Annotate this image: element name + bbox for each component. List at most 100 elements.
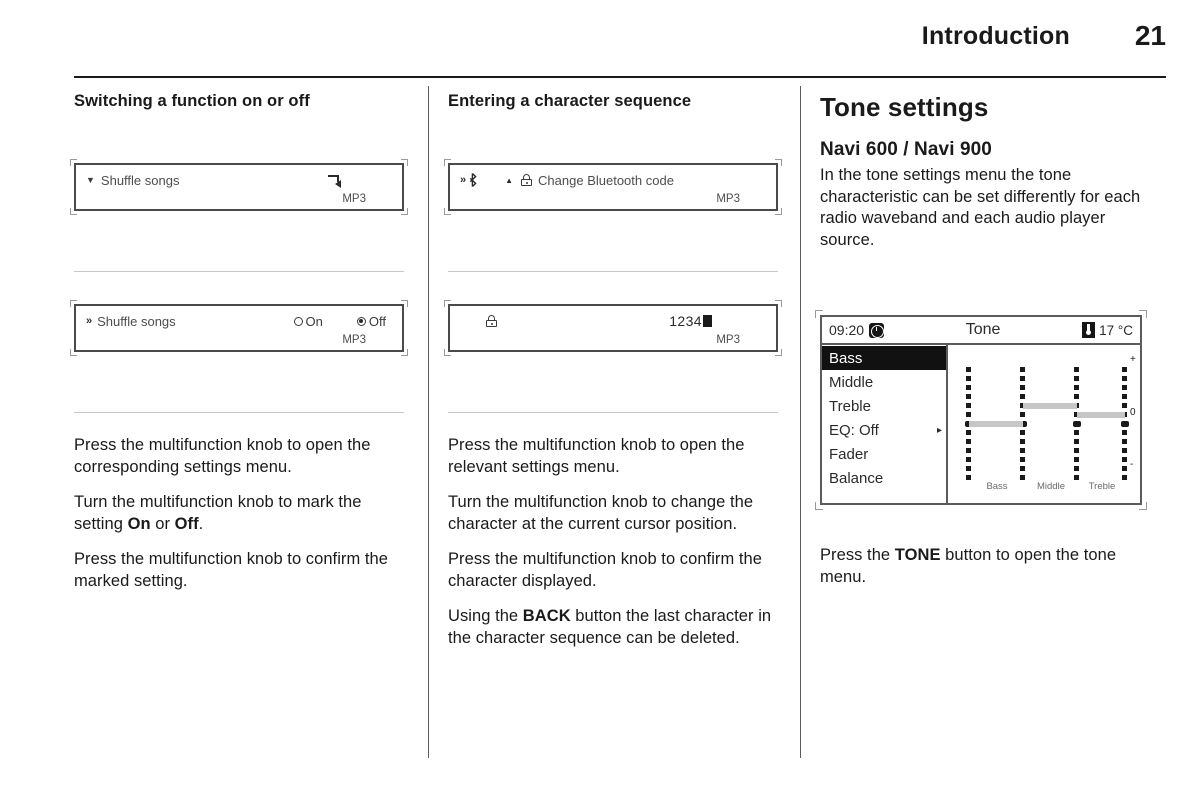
corner-tick-tr <box>1139 310 1147 318</box>
scale-dot <box>1020 466 1025 471</box>
scale-dot <box>1122 385 1127 390</box>
scale-dot <box>1020 475 1025 480</box>
corner-tick-br <box>1139 502 1147 510</box>
corner-tick-bl <box>70 349 77 356</box>
bluetooth-icon <box>469 173 477 187</box>
scale-dot <box>1122 394 1127 399</box>
tone-scale-column-bass <box>965 355 973 480</box>
corner-tick-tl <box>444 159 451 166</box>
page-header: Introduction 21 <box>74 20 1166 72</box>
corner-tick-tr <box>775 300 782 307</box>
paragraph-press-open: Press the multifunction knob to open the… <box>74 436 371 476</box>
tone-menu-item-balance[interactable]: Balance <box>822 466 946 490</box>
paragraph-turn-change-char: Turn the multifunction knob to change th… <box>448 493 754 533</box>
scale-dot <box>1020 394 1025 399</box>
radio-option-on[interactable]: On <box>293 314 323 329</box>
scale-dot <box>1074 367 1079 372</box>
scale-dot <box>1122 439 1127 444</box>
tone-status-bar: 09:20 Tone 17 °C <box>822 317 1140 345</box>
tone-display-screen: 09:20 Tone 17 °C Bass Middle Treble EQ: … <box>815 310 1147 510</box>
corner-tick-tr <box>401 300 408 307</box>
scale-dot <box>1020 412 1025 417</box>
on-off-radio-group: On Off <box>293 314 386 329</box>
scale-dot <box>1122 376 1127 381</box>
scale-dot <box>1074 466 1079 471</box>
scale-dot <box>1020 367 1025 372</box>
scale-dot <box>966 403 971 408</box>
temperature-value: 17 °C <box>1099 322 1133 338</box>
scale-mark-zero: 0 <box>1130 407 1136 418</box>
clock-time: 09:20 <box>829 322 865 338</box>
section-heading-switching: Switching a function on or off <box>74 92 310 110</box>
tone-menu-list: Bass Middle Treble EQ: Off ▸ Fader Balan… <box>822 345 948 503</box>
tone-menu-item-fader[interactable]: Fader <box>822 442 946 466</box>
source-label: MP3 <box>716 193 740 205</box>
tone-bar-middle <box>1023 403 1077 409</box>
display-code-entry-wrap: 1234 MP3 <box>444 300 782 356</box>
corner-tick-tl <box>815 310 823 318</box>
footer-bold-tone: TONE <box>894 546 941 564</box>
column-one: Switching a function on or off ▼ Shuffle… <box>70 92 408 606</box>
paragraph-press-open-relevant: Press the multifunction knob to open the… <box>448 436 745 476</box>
tone-axis-label-bass: Bass <box>986 481 1008 492</box>
scale-dot <box>1122 466 1127 471</box>
tone-axis-label-treble: Treble <box>1088 481 1116 492</box>
scale-dot <box>1122 457 1127 462</box>
scale-dot <box>966 457 971 462</box>
corner-tick-tl <box>444 300 451 307</box>
tone-menu-label: Treble <box>829 397 871 415</box>
paragraph-press-confirm-char: Press the multifunction knob to confirm … <box>448 550 762 590</box>
scale-dot <box>1020 448 1025 453</box>
scale-dot <box>1020 430 1025 435</box>
tone-menu-item-middle[interactable]: Middle <box>822 370 946 394</box>
scale-dot <box>966 466 971 471</box>
corner-tick-br <box>775 208 782 215</box>
clock-icon <box>869 322 885 338</box>
radio-dot-off <box>356 316 366 326</box>
tone-menu-item-treble[interactable]: Treble <box>822 394 946 418</box>
corner-tick-bl <box>444 208 451 215</box>
p2-bold-off: Off <box>174 514 199 533</box>
corner-tick-tl <box>70 300 77 307</box>
tone-menu-label: Bass <box>829 349 863 367</box>
scale-mark-minus: - <box>1130 459 1134 470</box>
scale-dot <box>1122 403 1127 408</box>
display-bluetooth-code-wrap: » ▲ Change Bluetooth code MP3 <box>444 159 782 215</box>
p2-prefix: Turn the multifunction knob to mark the … <box>74 493 362 533</box>
tone-screen-title: Tone <box>965 321 1001 338</box>
section-heading-entering: Entering a character sequence <box>448 92 692 110</box>
header-divider <box>74 76 1166 78</box>
scale-mark-plus: + <box>1130 354 1136 365</box>
chevron-right-icon: ▸ <box>936 424 942 436</box>
tone-scale-column-middle <box>1019 355 1027 480</box>
p4-prefix: Using the <box>448 607 523 625</box>
shuffle-songs-label: Shuffle songs <box>97 313 176 329</box>
shuffle-songs-label: Shuffle songs <box>100 172 180 188</box>
paragraph-press-tone: Press the TONE button to open the tone m… <box>820 545 1152 588</box>
scale-dot <box>1020 439 1025 444</box>
page-title: Introduction <box>921 22 1070 50</box>
return-arrow-icon <box>327 174 341 188</box>
scale-dot <box>966 448 971 453</box>
triangle-up-icon: ▲ <box>505 175 514 185</box>
column-divider-2 <box>800 86 801 758</box>
scale-dot <box>1074 439 1079 444</box>
scale-dot <box>1074 394 1079 399</box>
tone-menu-item-bass[interactable]: Bass <box>822 346 946 370</box>
display-shuffle-onoff-wrap: » Shuffle songs On Off MP3 <box>70 300 408 356</box>
scale-dot <box>966 430 971 435</box>
display-bluetooth-code: » ▲ Change Bluetooth code MP3 <box>444 159 782 215</box>
tone-menu-item-eq[interactable]: EQ: Off ▸ <box>822 418 946 442</box>
display-shuffle-onoff: » Shuffle songs On Off MP3 <box>70 300 408 356</box>
radio-option-off[interactable]: Off <box>356 314 386 329</box>
scale-dot <box>966 367 971 372</box>
tone-bar-bass <box>969 421 1023 427</box>
scale-dot <box>1122 448 1127 453</box>
scale-dot <box>1020 457 1025 462</box>
p2-suffix: . <box>198 514 204 533</box>
scale-dot <box>1020 385 1025 390</box>
scale-dot <box>1121 421 1129 427</box>
tone-bar-treble <box>1077 412 1125 418</box>
tone-menu-label: Fader <box>829 445 869 463</box>
paragraph-tone-intro: In the tone settings menu the tone chara… <box>820 166 1141 249</box>
